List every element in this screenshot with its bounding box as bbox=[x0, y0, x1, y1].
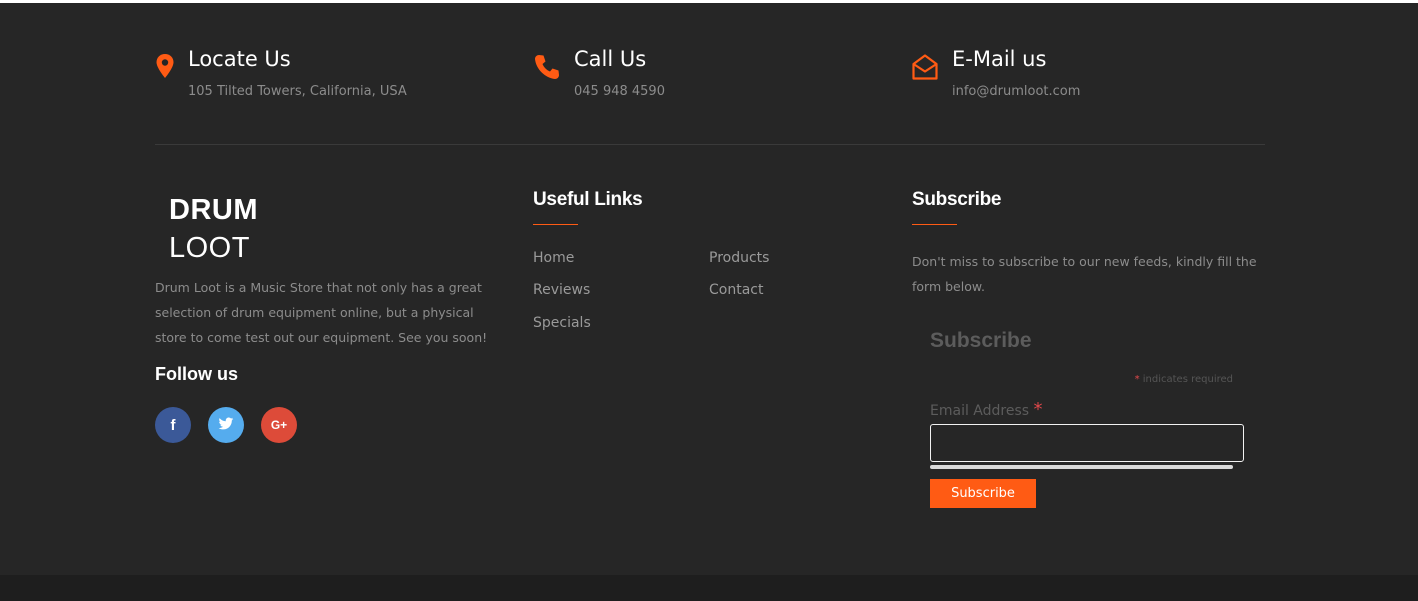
logo[interactable]: DRUM LOOT bbox=[169, 196, 258, 263]
subscribe-description: Don't miss to subscribe to our new feeds… bbox=[912, 254, 1257, 294]
google-plus-icon: G+ bbox=[270, 418, 288, 432]
footer-bottom-bar bbox=[0, 575, 1418, 601]
contact-title: Locate Us bbox=[188, 47, 291, 71]
subscribe-form-title: Subscribe bbox=[930, 329, 1032, 352]
contact-title: E-Mail us bbox=[952, 47, 1047, 71]
link-specials[interactable]: Specials bbox=[533, 315, 591, 331]
required-star: * bbox=[1033, 399, 1043, 420]
input-underbar bbox=[930, 465, 1233, 469]
heading-underline bbox=[912, 224, 957, 225]
link-products[interactable]: Products bbox=[709, 250, 769, 266]
subscribe-button[interactable]: Subscribe bbox=[930, 479, 1036, 508]
follow-us-heading: Follow us bbox=[155, 364, 238, 384]
link-contact[interactable]: Contact bbox=[709, 282, 763, 298]
google-plus-button[interactable]: G+ bbox=[261, 407, 297, 443]
required-note: * indicates required bbox=[1135, 374, 1233, 385]
facebook-icon: f bbox=[170, 416, 176, 434]
map-pin-icon bbox=[155, 53, 175, 85]
envelope-open-icon bbox=[911, 53, 939, 85]
link-home[interactable]: Home bbox=[533, 250, 574, 266]
heading-underline bbox=[533, 224, 578, 225]
divider bbox=[155, 144, 1265, 145]
about-text: Drum Loot is a Music Store that not only… bbox=[155, 280, 488, 345]
logo-line1: DRUM bbox=[169, 194, 258, 226]
subscribe-heading: Subscribe bbox=[912, 189, 1002, 210]
useful-links-heading: Useful Links bbox=[533, 189, 643, 210]
logo-line2: LOOT bbox=[169, 232, 250, 264]
twitter-button[interactable] bbox=[208, 407, 244, 443]
required-note-text: indicates required bbox=[1142, 374, 1233, 385]
contact-title: Call Us bbox=[574, 47, 647, 71]
email-label: Email Address * bbox=[930, 399, 1043, 420]
phone-icon bbox=[533, 53, 561, 85]
required-star: * bbox=[1134, 374, 1140, 385]
contact-address: 105 Tilted Towers, California, USA bbox=[188, 84, 407, 99]
contact-phone: 045 948 4590 bbox=[574, 84, 665, 99]
email-label-text: Email Address bbox=[930, 403, 1030, 419]
email-input[interactable] bbox=[930, 424, 1244, 462]
facebook-button[interactable]: f bbox=[155, 407, 191, 443]
twitter-icon bbox=[218, 417, 234, 434]
site-footer: Locate Us 105 Tilted Towers, California,… bbox=[0, 3, 1418, 575]
link-reviews[interactable]: Reviews bbox=[533, 282, 590, 298]
contact-email-value[interactable]: info@drumloot.com bbox=[952, 84, 1080, 99]
